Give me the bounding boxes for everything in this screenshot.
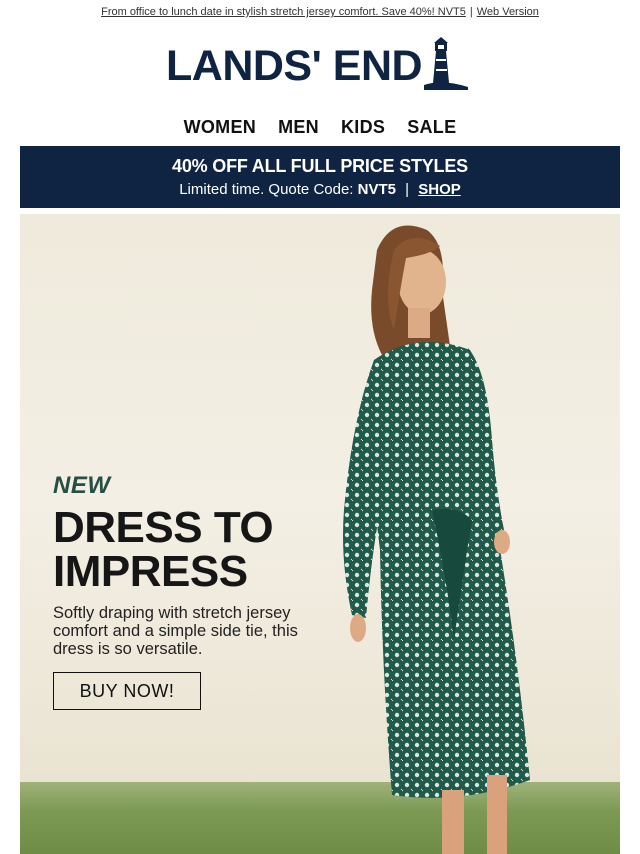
- nav-men[interactable]: MEN: [278, 117, 319, 138]
- new-label: NEW: [53, 472, 111, 499]
- woman-in-dress-image: [343, 225, 530, 854]
- nav-kids[interactable]: KIDS: [341, 117, 385, 138]
- hero-description: Softly draping with stretch jersey comfo…: [53, 604, 298, 658]
- hero-copy: NEW DRESS TO IMPRESS Softly draping with…: [53, 472, 323, 710]
- hero-title-line2: IMPRESS: [53, 547, 248, 596]
- promo-prefix: Limited time. Quote Code:: [179, 181, 354, 198]
- brand-logo[interactable]: LANDS' END: [160, 37, 480, 97]
- hero-title-line1: DRESS TO: [53, 503, 274, 552]
- preheader: From office to lunch date in stylish str…: [0, 0, 640, 24]
- promo-code: NVT5: [357, 181, 396, 198]
- nav-women[interactable]: WOMEN: [184, 117, 257, 138]
- logo-wordmark: LANDS' END: [166, 42, 423, 90]
- nav-sale[interactable]: SALE: [407, 117, 456, 138]
- hero-title: DRESS TO IMPRESS: [53, 506, 323, 594]
- shop-link[interactable]: SHOP: [418, 181, 461, 198]
- main-nav: WOMEN MEN KIDS SALE: [0, 110, 640, 144]
- promo-banner: 40% OFF ALL FULL PRICE STYLES Limited ti…: [20, 146, 620, 208]
- promo-subline: Limited time. Quote Code: NVT5 | SHOP: [179, 181, 461, 198]
- logo-row: LANDS' END: [0, 24, 640, 110]
- promo-headline: 40% OFF ALL FULL PRICE STYLES: [172, 156, 468, 176]
- buy-now-button[interactable]: BUY NOW!: [53, 672, 201, 710]
- web-version-link[interactable]: Web Version: [477, 6, 539, 18]
- lighthouse-icon: [424, 37, 468, 90]
- preheader-link[interactable]: From office to lunch date in stylish str…: [101, 6, 466, 18]
- promo-separator: |: [405, 181, 410, 198]
- preheader-separator: |: [469, 6, 473, 18]
- hero-banner[interactable]: NEW DRESS TO IMPRESS Softly draping with…: [20, 214, 620, 854]
